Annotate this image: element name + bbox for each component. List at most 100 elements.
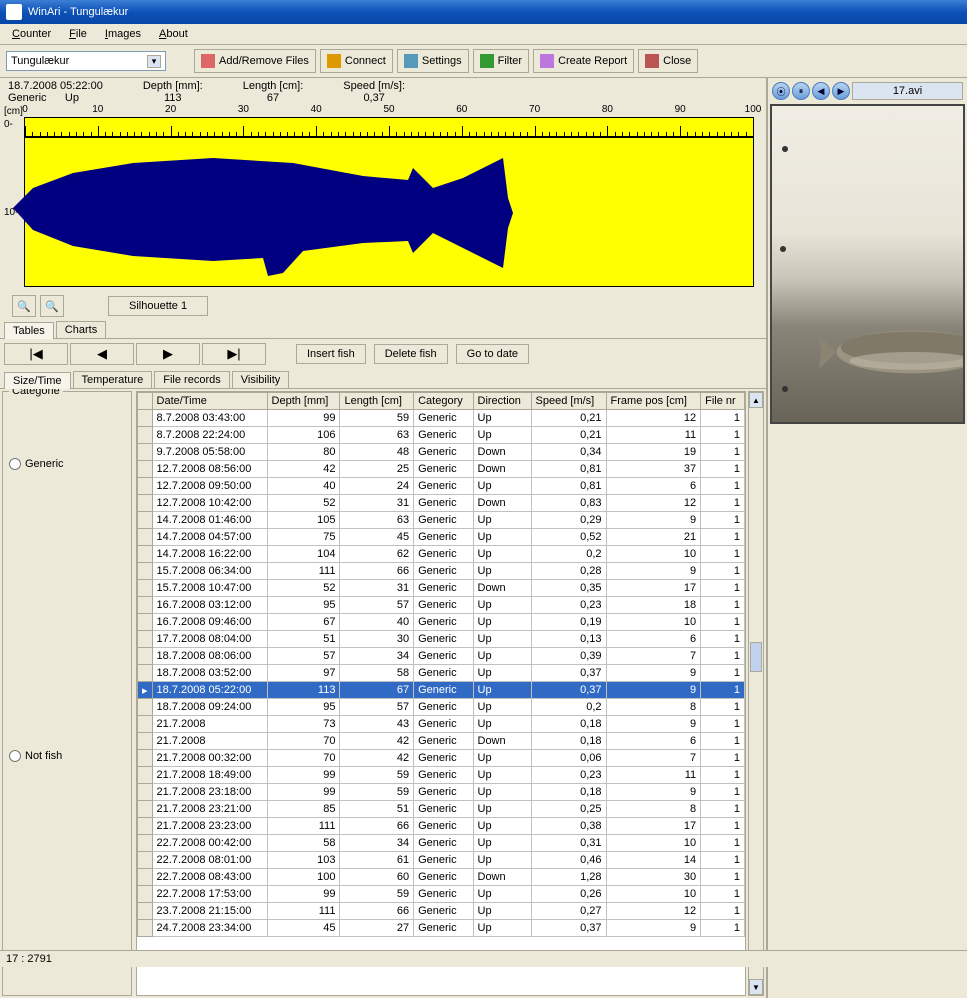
tab-visibility[interactable]: Visibility bbox=[232, 371, 290, 388]
cell-length: 24 bbox=[340, 478, 414, 495]
cell-filenr: 1 bbox=[701, 869, 745, 886]
table-row[interactable]: 8.7.2008 03:43:009959GenericUp0,21121 bbox=[138, 410, 745, 427]
column-header[interactable]: File nr bbox=[701, 393, 745, 410]
menu-images[interactable]: Images bbox=[97, 26, 149, 42]
location-combo[interactable]: Tungulækur ▾ bbox=[6, 51, 166, 71]
video-rewind-button[interactable]: ⦿ bbox=[772, 82, 790, 100]
cell-category: Generic bbox=[414, 444, 473, 461]
next-button[interactable]: ▶ bbox=[136, 343, 200, 365]
table-row[interactable]: 16.7.2008 03:12:009557GenericUp0,23181 bbox=[138, 597, 745, 614]
settings-button[interactable]: Settings bbox=[397, 49, 469, 73]
goto-date-button[interactable]: Go to date bbox=[456, 344, 529, 364]
silhouette-button[interactable]: Silhouette 1 bbox=[108, 296, 208, 316]
table-row[interactable]: 22.7.2008 08:01:0010361GenericUp0,46141 bbox=[138, 852, 745, 869]
cell-length: 59 bbox=[340, 767, 414, 784]
vertical-scrollbar[interactable]: ▲ ▼ bbox=[748, 391, 764, 996]
table-row[interactable]: 23.7.2008 21:15:0011166GenericUp0,27121 bbox=[138, 903, 745, 920]
column-header[interactable]: Frame pos [cm] bbox=[606, 393, 701, 410]
table-row[interactable]: 14.7.2008 16:22:0010462GenericUp0,2101 bbox=[138, 546, 745, 563]
cell-datetime: 15.7.2008 10:47:00 bbox=[152, 580, 267, 597]
column-header[interactable]: Speed [m/s] bbox=[531, 393, 606, 410]
table-row[interactable]: 21.7.2008 23:21:008551GenericUp0,2581 bbox=[138, 801, 745, 818]
cell-category: Generic bbox=[414, 767, 473, 784]
zoom-in-button[interactable]: 🔍 bbox=[12, 295, 36, 317]
column-header[interactable]: Direction bbox=[473, 393, 531, 410]
last-button[interactable]: ▶| bbox=[202, 343, 266, 365]
radio-not-fish[interactable]: Not fish bbox=[9, 750, 125, 762]
row-indicator bbox=[138, 495, 153, 512]
table-row[interactable]: 14.7.2008 01:46:0010563GenericUp0,2991 bbox=[138, 512, 745, 529]
tab-tables[interactable]: Tables bbox=[4, 322, 54, 339]
cell-length: 57 bbox=[340, 597, 414, 614]
insert-fish-button[interactable]: Insert fish bbox=[296, 344, 366, 364]
table-row[interactable]: 24.7.2008 23:34:004527GenericUp0,3791 bbox=[138, 920, 745, 937]
menu-about[interactable]: About bbox=[151, 26, 196, 42]
table-row[interactable]: 22.7.2008 17:53:009959GenericUp0,26101 bbox=[138, 886, 745, 903]
table-row[interactable]: 12.7.2008 09:50:004024GenericUp0,8161 bbox=[138, 478, 745, 495]
zoom-out-button[interactable]: 🔍 bbox=[40, 295, 64, 317]
column-header[interactable]: Depth [mm] bbox=[267, 393, 340, 410]
table-row[interactable]: 17.7.2008 08:04:005130GenericUp0,1361 bbox=[138, 631, 745, 648]
table-row[interactable]: 9.7.2008 05:58:008048GenericDown0,34191 bbox=[138, 444, 745, 461]
row-indicator bbox=[138, 750, 153, 767]
data-grid[interactable]: Date/TimeDepth [mm]Length [cm]CategoryDi… bbox=[136, 391, 746, 996]
table-row[interactable]: 12.7.2008 10:42:005231GenericDown0,83121 bbox=[138, 495, 745, 512]
tab-charts[interactable]: Charts bbox=[56, 321, 106, 338]
tab-file-records[interactable]: File records bbox=[154, 371, 229, 388]
table-row[interactable]: 14.7.2008 04:57:007545GenericUp0,52211 bbox=[138, 529, 745, 546]
table-row[interactable]: 8.7.2008 22:24:0010663GenericUp0,21111 bbox=[138, 427, 745, 444]
tab-size-time[interactable]: Size/Time bbox=[4, 372, 71, 389]
table-row[interactable]: 21.7.2008 18:49:009959GenericUp0,23111 bbox=[138, 767, 745, 784]
scroll-thumb[interactable] bbox=[750, 642, 762, 672]
filter-button[interactable]: Filter bbox=[473, 49, 529, 73]
cell-speed: 0,27 bbox=[531, 903, 606, 920]
table-row[interactable]: ▸18.7.2008 05:22:0011367GenericUp0,3791 bbox=[138, 682, 745, 699]
column-header[interactable]: Category bbox=[414, 393, 473, 410]
table-row[interactable]: 21.7.2008 23:23:0011166GenericUp0,38171 bbox=[138, 818, 745, 835]
cell-speed: 1,28 bbox=[531, 869, 606, 886]
tab-temperature[interactable]: Temperature bbox=[73, 371, 153, 388]
cell-speed: 0,2 bbox=[531, 546, 606, 563]
cell-framepos: 14 bbox=[606, 852, 701, 869]
table-row[interactable]: 16.7.2008 09:46:006740GenericUp0,19101 bbox=[138, 614, 745, 631]
video-next-button[interactable]: ▶ bbox=[832, 82, 850, 100]
menu-counter[interactable]: Counter bbox=[4, 26, 59, 42]
table-row[interactable]: 22.7.2008 08:43:0010060GenericDown1,2830… bbox=[138, 869, 745, 886]
cell-category: Generic bbox=[414, 852, 473, 869]
row-indicator bbox=[138, 444, 153, 461]
table-row[interactable]: 21.7.20087343GenericUp0,1891 bbox=[138, 716, 745, 733]
scroll-down-icon[interactable]: ▼ bbox=[749, 979, 763, 995]
table-row[interactable]: 18.7.2008 03:52:009758GenericUp0,3791 bbox=[138, 665, 745, 682]
row-indicator bbox=[138, 614, 153, 631]
table-row[interactable]: 15.7.2008 06:34:0011166GenericUp0,2891 bbox=[138, 563, 745, 580]
cell-speed: 0,37 bbox=[531, 682, 606, 699]
add-remove-files-button[interactable]: Add/Remove Files bbox=[194, 49, 316, 73]
table-row[interactable]: 12.7.2008 08:56:004225GenericDown0,81371 bbox=[138, 461, 745, 478]
delete-fish-button[interactable]: Delete fish bbox=[374, 344, 448, 364]
table-row[interactable]: 21.7.2008 23:18:009959GenericUp0,1891 bbox=[138, 784, 745, 801]
menu-file[interactable]: File bbox=[61, 26, 95, 42]
cell-category: Generic bbox=[414, 903, 473, 920]
prev-button[interactable]: ◀ bbox=[70, 343, 134, 365]
column-header[interactable]: Date/Time bbox=[152, 393, 267, 410]
cell-framepos: 9 bbox=[606, 682, 701, 699]
radio-generic[interactable]: Generic bbox=[9, 458, 125, 470]
create-report-button[interactable]: Create Report bbox=[533, 49, 634, 73]
cell-filenr: 1 bbox=[701, 835, 745, 852]
row-indicator bbox=[138, 597, 153, 614]
first-button[interactable]: |◀ bbox=[4, 343, 68, 365]
table-row[interactable]: 18.7.2008 08:06:005734GenericUp0,3971 bbox=[138, 648, 745, 665]
video-prev-button[interactable]: ◀ bbox=[812, 82, 830, 100]
table-row[interactable]: 22.7.2008 00:42:005834GenericUp0,31101 bbox=[138, 835, 745, 852]
cell-datetime: 22.7.2008 08:01:00 bbox=[152, 852, 267, 869]
table-row[interactable]: 21.7.2008 00:32:007042GenericUp0,0671 bbox=[138, 750, 745, 767]
cell-category: Generic bbox=[414, 665, 473, 682]
table-row[interactable]: 21.7.20087042GenericDown0,1861 bbox=[138, 733, 745, 750]
video-pause-button[interactable]: ⏸ bbox=[792, 82, 810, 100]
close-button[interactable]: Close bbox=[638, 49, 698, 73]
table-row[interactable]: 18.7.2008 09:24:009557GenericUp0,281 bbox=[138, 699, 745, 716]
column-header[interactable]: Length [cm] bbox=[340, 393, 414, 410]
connect-button[interactable]: Connect bbox=[320, 49, 393, 73]
table-row[interactable]: 15.7.2008 10:47:005231GenericDown0,35171 bbox=[138, 580, 745, 597]
scroll-up-icon[interactable]: ▲ bbox=[749, 392, 763, 408]
